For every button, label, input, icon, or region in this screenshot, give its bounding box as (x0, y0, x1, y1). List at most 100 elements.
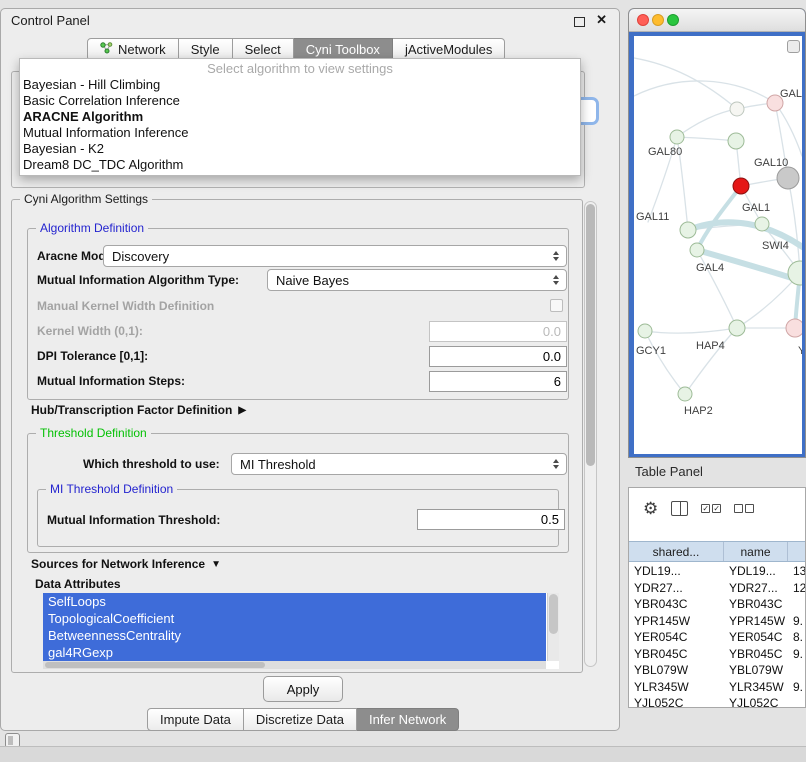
list-vertical-scrollbar[interactable] (547, 593, 559, 661)
table-cell[interactable]: YLR345W (629, 679, 724, 696)
network-edge[interactable] (645, 331, 685, 394)
network-edge[interactable] (677, 109, 737, 137)
table-cell[interactable]: 9. (788, 679, 805, 696)
algorithm-option[interactable]: ARACNE Algorithm (20, 109, 580, 125)
algorithm-option[interactable]: Bayesian - Hill Climbing (20, 77, 580, 93)
close-traffic-light[interactable] (637, 14, 649, 26)
algorithm-option[interactable]: Bayesian - K2 (20, 141, 580, 157)
table-cell[interactable]: YDR27... (724, 580, 788, 597)
table-cell[interactable] (788, 695, 805, 707)
network-node[interactable] (638, 324, 652, 338)
list-vertical-thumb[interactable] (549, 594, 558, 634)
network-edge[interactable] (634, 58, 737, 109)
aracne-mode-select[interactable]: Discovery (103, 245, 567, 267)
bottom-tab-discretize-data[interactable]: Discretize Data (244, 708, 357, 731)
birdseye-button[interactable] (787, 40, 800, 53)
table-row[interactable]: YJL052CYJL052C (629, 695, 805, 707)
sources-section-toggle[interactable]: Sources for Network Inference ▼ (31, 557, 221, 571)
attribute-item[interactable]: BetweennessCentrality (43, 627, 546, 644)
network-node[interactable] (729, 320, 745, 336)
close-icon[interactable]: ✕ (596, 12, 607, 28)
attribute-item[interactable]: SelfLoops (43, 593, 546, 610)
table-cell[interactable]: 12 (788, 580, 805, 597)
table-cell[interactable]: YBR043C (629, 596, 724, 613)
network-edge[interactable] (645, 328, 737, 333)
table-cell[interactable]: YDL19... (629, 563, 724, 580)
kernel-width-input[interactable]: 0.0 (429, 321, 567, 342)
table-row[interactable]: YDR27...YDR27...12 (629, 580, 805, 597)
table-cell[interactable]: YER054C (629, 629, 724, 646)
bottom-tab-infer-network[interactable]: Infer Network (357, 708, 459, 731)
network-node[interactable] (733, 178, 749, 194)
attribute-item[interactable]: gal4RGexp (43, 644, 546, 661)
algorithm-option[interactable]: Mutual Information Inference (20, 125, 580, 141)
dpi-tolerance-input[interactable]: 0.0 (429, 346, 567, 367)
table-cell[interactable]: 9. (788, 646, 805, 663)
list-horizontal-scrollbar[interactable] (43, 661, 546, 669)
network-node[interactable] (786, 319, 802, 337)
table-row[interactable]: YDL19...YDL19...13 (629, 563, 805, 580)
column-header[interactable]: shared... (629, 542, 724, 561)
network-node[interactable] (728, 133, 744, 149)
network-node[interactable] (690, 243, 704, 257)
settings-scrollbar[interactable] (584, 201, 597, 667)
table-row[interactable]: YLR345WYLR345W9. (629, 679, 805, 696)
table-cell[interactable] (788, 596, 805, 613)
table-cell[interactable]: YBR045C (724, 646, 788, 663)
table-cell[interactable]: YPR145W (724, 613, 788, 630)
float-window-icon[interactable] (574, 17, 585, 27)
network-node[interactable] (670, 130, 684, 144)
apply-button[interactable]: Apply (263, 676, 343, 702)
network-canvas[interactable]: GAL80GAL10GAL11GAL1SWI4GAL4GCY1HAP4HAP2G… (634, 36, 802, 454)
table-row[interactable]: YPR145WYPR145W9. (629, 613, 805, 630)
mi-threshold-input[interactable]: 0.5 (417, 509, 565, 530)
table-cell[interactable]: YBL079W (724, 662, 788, 679)
columns-icon[interactable] (671, 501, 688, 516)
table-cell[interactable]: YJL052C (629, 695, 724, 707)
minimize-traffic-light[interactable] (652, 14, 664, 26)
mi-steps-input[interactable]: 6 (429, 371, 567, 392)
network-node[interactable] (678, 387, 692, 401)
network-edge[interactable] (634, 81, 775, 103)
algorithm-option[interactable]: Basic Correlation Inference (20, 93, 580, 109)
deselect-all-icon[interactable] (734, 504, 754, 513)
select-all-icon[interactable]: ✓ ✓ (701, 504, 721, 513)
which-threshold-select[interactable]: MI Threshold (231, 453, 567, 475)
table-cell[interactable]: 13 (788, 563, 805, 580)
table-cell[interactable]: YLR345W (724, 679, 788, 696)
bottom-tab-impute-data[interactable]: Impute Data (147, 708, 244, 731)
zoom-traffic-light[interactable] (667, 14, 679, 26)
network-node[interactable] (755, 217, 769, 231)
data-attributes-list[interactable]: SelfLoopsTopologicalCoefficientBetweenne… (43, 593, 559, 669)
table-cell[interactable] (788, 662, 805, 679)
table-cell[interactable]: YBR045C (629, 646, 724, 663)
table-cell[interactable]: YDL19... (724, 563, 788, 580)
table-row[interactable]: YBL079WYBL079W (629, 662, 805, 679)
table-row[interactable]: YER054CYER054C8. (629, 629, 805, 646)
network-node[interactable] (680, 222, 696, 238)
table-row[interactable]: YBR045CYBR045C9. (629, 646, 805, 663)
table-cell[interactable]: YBR043C (724, 596, 788, 613)
table-cell[interactable]: YDR27... (629, 580, 724, 597)
network-edge[interactable] (775, 103, 802, 156)
table-cell[interactable]: 9. (788, 613, 805, 630)
column-header[interactable]: name (724, 542, 788, 561)
table-row[interactable]: YBR043CYBR043C (629, 596, 805, 613)
table-cell[interactable]: 8. (788, 629, 805, 646)
network-edge[interactable] (677, 137, 736, 141)
attribute-item[interactable]: TopologicalCoefficient (43, 610, 546, 627)
network-edge[interactable] (697, 186, 741, 250)
settings-scrollbar-thumb[interactable] (586, 204, 595, 466)
column-header[interactable] (788, 542, 805, 561)
table-cell[interactable]: YPR145W (629, 613, 724, 630)
network-node[interactable] (730, 102, 744, 116)
manual-kernel-checkbox[interactable] (550, 299, 563, 312)
table-cell[interactable]: YER054C (724, 629, 788, 646)
network-node[interactable] (788, 261, 802, 285)
hub-section-toggle[interactable]: Hub/Transcription Factor Definition ▶ (31, 403, 246, 417)
network-edge[interactable] (685, 328, 737, 394)
table-cell[interactable]: YBL079W (629, 662, 724, 679)
table-cell[interactable]: YJL052C (724, 695, 788, 707)
gear-icon[interactable]: ⚙ (643, 500, 658, 517)
network-node[interactable] (777, 167, 799, 189)
